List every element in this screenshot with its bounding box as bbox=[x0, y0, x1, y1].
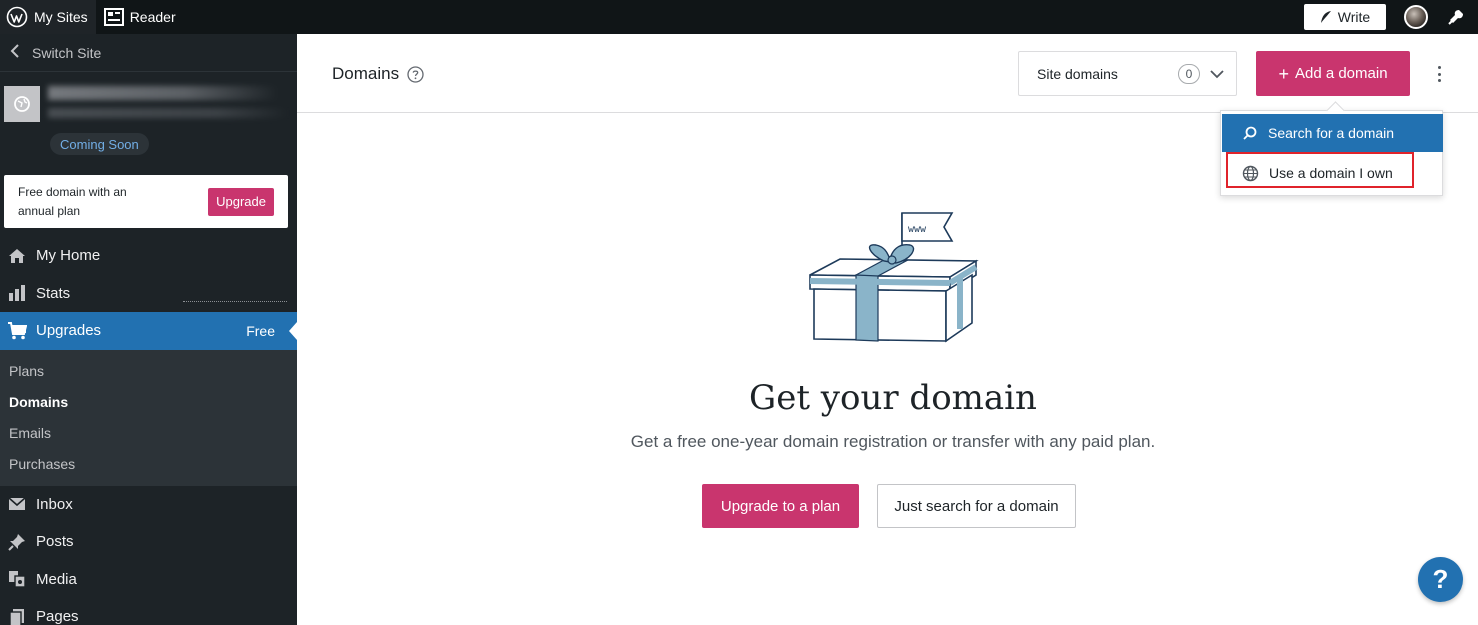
site-url-blurred bbox=[48, 108, 288, 118]
sidebar-item-media[interactable]: Media bbox=[0, 561, 297, 599]
sidebar-item-stats[interactable]: Stats bbox=[0, 275, 297, 313]
my-sites-button[interactable]: My Sites bbox=[0, 0, 96, 34]
site-name-blurred bbox=[48, 86, 278, 100]
chevron-down-icon bbox=[1210, 66, 1224, 82]
plus-icon: + bbox=[1278, 63, 1289, 84]
reader-icon bbox=[103, 8, 124, 26]
sidebar-item-label: My Home bbox=[36, 247, 101, 265]
submenu-item-plans[interactable]: Plans bbox=[0, 356, 297, 387]
sidebar-item-my-home[interactable]: My Home bbox=[0, 237, 297, 275]
sidebar: Switch Site Coming Soon Free domain with… bbox=[0, 34, 297, 625]
inbox-icon bbox=[7, 497, 27, 511]
top-bar: My Sites Reader Write bbox=[0, 0, 1478, 34]
globe-icon bbox=[1242, 165, 1259, 182]
sidebar-item-posts[interactable]: Posts bbox=[0, 523, 297, 561]
cart-icon bbox=[7, 321, 27, 340]
add-domain-dropdown: Search for a domain Use a domain I own bbox=[1220, 110, 1443, 196]
empty-state-title: Get your domain bbox=[749, 378, 1037, 418]
switch-site-label: Switch Site bbox=[32, 44, 102, 61]
page-header: Domains Site domains 0 + Add a domain bbox=[297, 34, 1478, 113]
status-badge: Coming Soon bbox=[50, 133, 149, 155]
just-search-for-a-domain-button[interactable]: Just search for a domain bbox=[877, 484, 1076, 528]
sidebar-item-pages[interactable]: Pages bbox=[0, 598, 297, 625]
avatar[interactable] bbox=[1404, 5, 1428, 29]
wordpress-logo-icon bbox=[6, 6, 28, 28]
help-circle-icon[interactable] bbox=[407, 65, 424, 83]
sidebar-item-label: Media bbox=[36, 570, 77, 588]
my-sites-label: My Sites bbox=[34, 9, 88, 25]
globe-icon bbox=[4, 86, 40, 122]
site-domains-label: Site domains bbox=[1037, 65, 1118, 82]
sidebar-item-upgrades[interactable]: Upgrades Free bbox=[0, 312, 297, 350]
site-domains-count: 0 bbox=[1178, 63, 1200, 84]
help-button[interactable]: ? bbox=[1418, 557, 1463, 602]
add-domain-label: Add a domain bbox=[1294, 65, 1388, 82]
search-for-a-domain-option[interactable]: Search for a domain bbox=[1222, 114, 1443, 152]
submenu-item-domains[interactable]: Domains bbox=[0, 387, 297, 418]
notifications-bell-icon[interactable] bbox=[1446, 7, 1466, 27]
chevron-left-icon bbox=[10, 44, 20, 61]
use-a-domain-i-own-option[interactable]: Use a domain I own bbox=[1222, 154, 1443, 192]
sidebar-item-label: Pages bbox=[36, 608, 79, 625]
switch-site-link[interactable]: Switch Site bbox=[0, 34, 297, 72]
submenu-item-purchases[interactable]: Purchases bbox=[0, 449, 297, 480]
stats-sparkline bbox=[183, 300, 287, 302]
add-domain-button[interactable]: + Add a domain bbox=[1256, 51, 1410, 96]
reader-label: Reader bbox=[129, 9, 176, 25]
page-title-text: Domains bbox=[332, 64, 400, 83]
search-icon bbox=[1242, 125, 1258, 141]
home-icon bbox=[7, 248, 27, 264]
write-label: Write bbox=[1337, 9, 1371, 25]
media-icon bbox=[7, 570, 27, 588]
upgrade-button[interactable]: Upgrade bbox=[208, 187, 274, 216]
www-flag-text: www bbox=[908, 224, 927, 235]
sidebar-item-label: Inbox bbox=[36, 495, 73, 513]
free-domain-upsell: Free domain with an annual plan Upgrade bbox=[4, 175, 288, 228]
sidebar-item-inbox[interactable]: Inbox bbox=[0, 486, 297, 524]
gift-box-illustration: www bbox=[800, 205, 980, 350]
write-button[interactable]: Write bbox=[1304, 4, 1386, 30]
upgrades-submenu: Plans Domains Emails Purchases bbox=[0, 349, 297, 486]
sidebar-item-label: Posts bbox=[36, 533, 74, 551]
feather-icon bbox=[1320, 11, 1331, 23]
upgrade-to-a-plan-button[interactable]: Upgrade to a plan bbox=[702, 484, 859, 528]
reader-button[interactable]: Reader bbox=[96, 0, 184, 34]
pages-icon bbox=[7, 608, 27, 625]
page-title: Domains bbox=[332, 64, 424, 84]
own-option-label: Use a domain I own bbox=[1269, 165, 1393, 181]
free-badge: Free bbox=[246, 322, 275, 339]
more-options-icon[interactable] bbox=[1434, 64, 1444, 84]
stats-icon bbox=[7, 285, 27, 302]
upsell-text: Free domain with an annual plan bbox=[18, 184, 127, 218]
sidebar-menu: My Home Stats Upgrades Free Plans Domain… bbox=[0, 237, 297, 625]
sidebar-item-label: Stats bbox=[36, 284, 71, 302]
search-option-label: Search for a domain bbox=[1268, 125, 1395, 141]
pin-icon bbox=[7, 533, 27, 551]
site-domains-select[interactable]: Site domains 0 bbox=[1018, 51, 1237, 96]
submenu-item-emails[interactable]: Emails bbox=[0, 418, 297, 449]
sidebar-item-label: Upgrades bbox=[36, 322, 102, 340]
empty-state-subtitle: Get a free one-year domain registration … bbox=[630, 432, 1156, 451]
